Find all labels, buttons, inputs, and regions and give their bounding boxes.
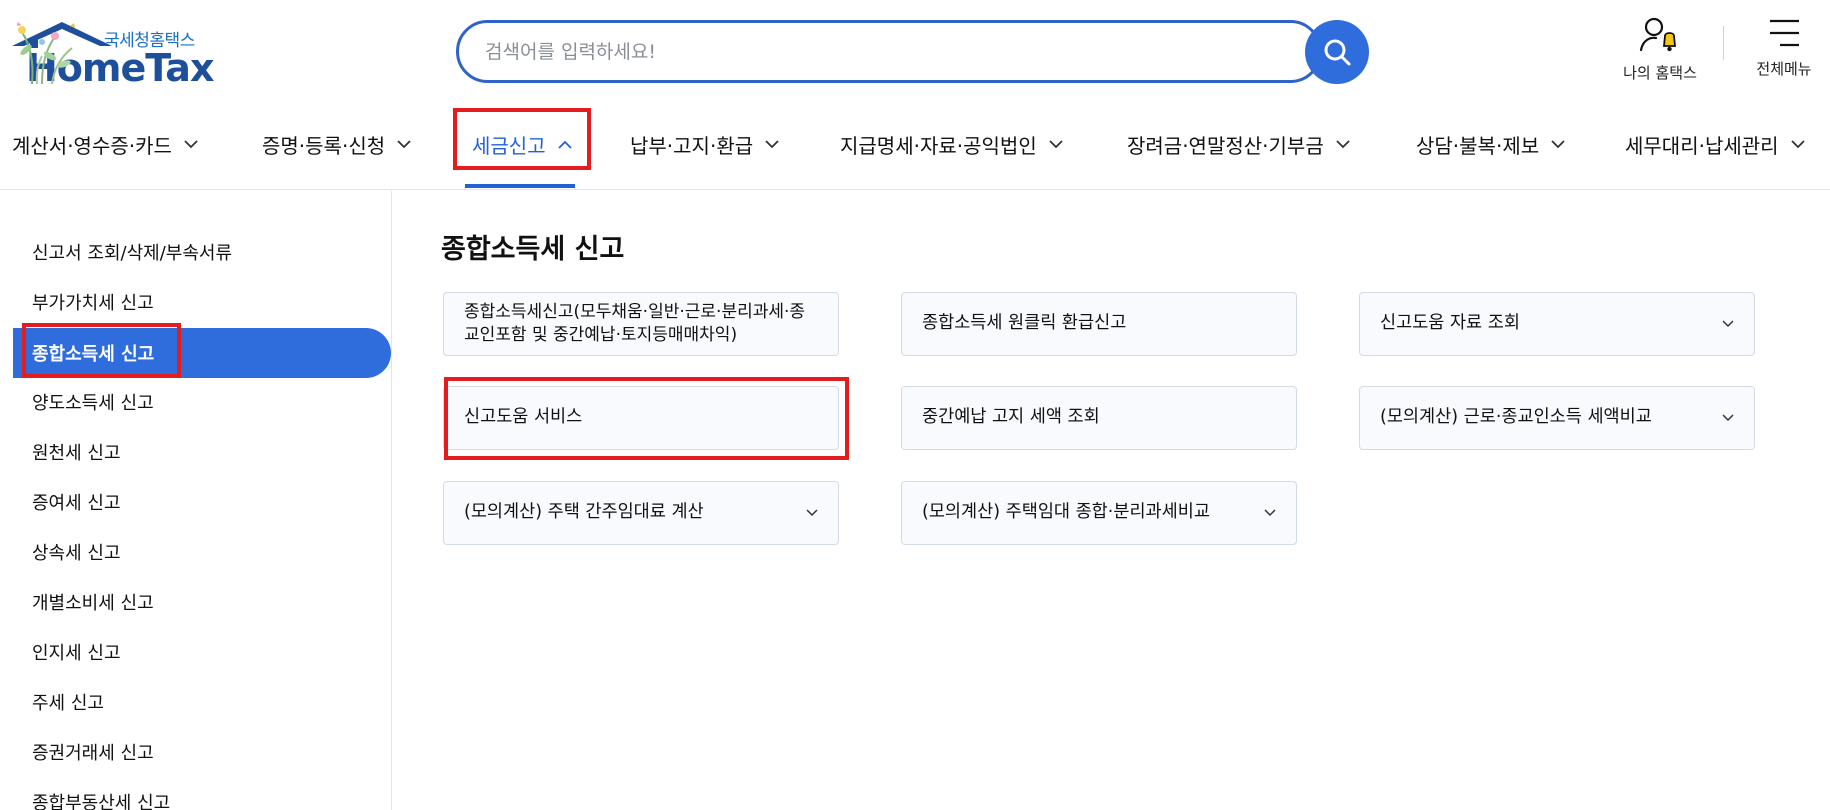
card-label: (모의계산) 주택 간주임대료 계산 — [464, 502, 704, 523]
nav-item-receipt-card[interactable]: 계산서·영수증·카드 — [12, 122, 198, 166]
sidebar-item-transfer-tax[interactable]: 양도소득세 신고 — [13, 377, 391, 427]
card-label: 종합소득세 원클릭 환급신고 — [922, 313, 1127, 334]
card-label: 신고도움 자료 조회 — [1380, 313, 1520, 334]
sidebar-item-label: 양도소득세 신고 — [32, 393, 154, 414]
nav-item-label: 세금신고 — [472, 133, 546, 158]
chevron-down-icon — [1790, 139, 1805, 148]
chevron-down-icon — [1336, 139, 1350, 148]
card-help-data-lookup[interactable]: 신고도움 자료 조회 — [1359, 292, 1755, 356]
nav-item-label: 납부·고지·환급 — [630, 133, 754, 158]
header: 국세청홈택스 HomeTax 검색어를 입력하세요! 나의 홈택스 전체메뉴 — [0, 0, 1830, 100]
sidebar-item-label: 증여세 신고 — [32, 493, 121, 514]
chevron-down-icon — [184, 139, 198, 148]
chevron-down-icon — [1049, 139, 1063, 148]
card-income-tax-filing[interactable]: 종합소득세신고(모두채움·일반·근로·분리과세·종교인포함 및 중간예납·토지등… — [443, 292, 839, 356]
nav-item-label: 세무대리·납세관리 — [1625, 133, 1779, 158]
sidebar-item-property-tax[interactable]: 종합부동산세 신고 — [13, 777, 391, 810]
nav-item-certificate[interactable]: 증명·등록·신청 — [262, 122, 411, 166]
card-label: 신고도움 서비스 — [464, 407, 583, 428]
search-button[interactable] — [1305, 20, 1369, 84]
plant-decoration-icon — [17, 22, 75, 85]
chevron-down-icon — [397, 139, 411, 148]
all-menu-label: 전체메뉴 — [1756, 60, 1812, 78]
sidebar-item-vat[interactable]: 부가가치세 신고 — [13, 277, 391, 327]
chevron-down-icon — [1722, 414, 1734, 422]
chevron-down-icon — [1264, 509, 1276, 517]
chevron-down-icon — [1722, 320, 1734, 328]
nav-item-tax-filing[interactable]: 세금신고 — [472, 122, 572, 166]
nav-item-label: 증명·등록·신청 — [262, 133, 386, 158]
nav-item-incentives[interactable]: 장려금·연말정산·기부금 — [1127, 122, 1350, 166]
nav-item-tax-agent[interactable]: 세무대리·납세관리 — [1625, 122, 1805, 166]
card-sim-earned-income[interactable]: (모의계산) 근로·종교인소득 세액비교 — [1359, 386, 1755, 450]
sidebar-item-label: 상속세 신고 — [32, 543, 121, 564]
sidebar-item-liquor-tax[interactable]: 주세 신고 — [13, 677, 391, 727]
search-icon — [1324, 39, 1351, 66]
search-input[interactable] — [485, 23, 1265, 80]
chevron-down-icon — [765, 139, 779, 148]
page-title: 종합소득세 신고 — [441, 234, 625, 265]
sidebar-item-label: 원천세 신고 — [32, 443, 121, 464]
sidebar-item-label: 증권거래세 신고 — [32, 743, 154, 764]
chevron-down-icon — [806, 509, 818, 517]
card-sim-rental-comparison[interactable]: (모의계산) 주택임대 종합·분리과세비교 — [901, 481, 1297, 545]
sidebar-item-label: 종합소득세 신고 — [32, 344, 155, 365]
sidebar-item-stamp-tax[interactable]: 인지세 신고 — [13, 627, 391, 677]
sidebar: 신고서 조회/삭제/부속서류 부가가치세 신고 종합소득세 신고 양도소득세 신… — [0, 191, 392, 810]
sidebar-item-gift-tax[interactable]: 증여세 신고 — [13, 477, 391, 527]
sidebar-item-withholding-tax[interactable]: 원천세 신고 — [13, 427, 391, 477]
card-label: (모의계산) 근로·종교인소득 세액비교 — [1380, 407, 1652, 428]
sidebar-item-inheritance-tax[interactable]: 상속세 신고 — [13, 527, 391, 577]
nav-item-statements[interactable]: 지급명세·자료·공익법인 — [840, 122, 1063, 166]
card-label: (모의계산) 주택임대 종합·분리과세비교 — [922, 502, 1210, 523]
card-sim-deemed-rent[interactable]: (모의계산) 주택 간주임대료 계산 — [443, 481, 839, 545]
card-interim-tax-lookup[interactable]: 중간예납 고지 세액 조회 — [901, 386, 1297, 450]
card-one-click-refund[interactable]: 종합소득세 원클릭 환급신고 — [901, 292, 1297, 356]
hamburger-menu-icon — [1770, 19, 1799, 47]
chevron-down-icon — [1551, 139, 1565, 148]
main-navigation: 계산서·영수증·카드 증명·등록·신청 세금신고 납부·고지·환급 지급명세·자… — [0, 100, 1830, 190]
user-bell-icon — [1639, 17, 1676, 52]
nav-item-consultation[interactable]: 상담·불복·제보 — [1416, 122, 1565, 166]
nav-item-label: 상담·불복·제보 — [1416, 133, 1540, 158]
sidebar-item-excise-tax[interactable]: 개별소비세 신고 — [13, 577, 391, 627]
search-box — [456, 20, 1322, 83]
sidebar-item-label: 부가가치세 신고 — [32, 293, 154, 314]
sidebar-item-label: 주세 신고 — [32, 693, 104, 714]
card-help-service[interactable]: 신고도움 서비스 — [443, 386, 839, 450]
my-hometax-label: 나의 홈택스 — [1623, 64, 1697, 82]
my-hometax-button[interactable]: 나의 홈택스 — [1612, 16, 1708, 86]
sidebar-item-label: 종합부동산세 신고 — [32, 793, 171, 810]
sidebar-item-income-tax[interactable]: 종합소득세 신고 — [13, 328, 391, 378]
nav-item-payment[interactable]: 납부·고지·환급 — [630, 122, 779, 166]
sidebar-item-label: 신고서 조회/삭제/부속서류 — [32, 243, 233, 264]
header-divider — [1723, 26, 1724, 60]
nav-item-label: 장려금·연말정산·기부금 — [1127, 133, 1324, 158]
sidebar-item-label: 개별소비세 신고 — [32, 593, 154, 614]
sidebar-item-report-lookup[interactable]: 신고서 조회/삭제/부속서류 — [13, 227, 391, 277]
hometax-logo[interactable]: 국세청홈택스 HomeTax — [12, 20, 282, 90]
card-label: 종합소득세신고(모두채움·일반·근로·분리과세·종교인포함 및 중간예납·토지등… — [464, 302, 806, 345]
chevron-up-icon — [557, 140, 572, 149]
all-menu-button[interactable]: 전체메뉴 — [1744, 16, 1824, 86]
nav-item-label: 지급명세·자료·공익법인 — [840, 133, 1037, 158]
card-label: 중간예납 고지 세액 조회 — [922, 407, 1100, 428]
sidebar-item-label: 인지세 신고 — [32, 643, 121, 664]
active-nav-indicator — [465, 184, 575, 188]
sidebar-item-securities-tax[interactable]: 증권거래세 신고 — [13, 727, 391, 777]
nav-item-label: 계산서·영수증·카드 — [12, 133, 172, 158]
